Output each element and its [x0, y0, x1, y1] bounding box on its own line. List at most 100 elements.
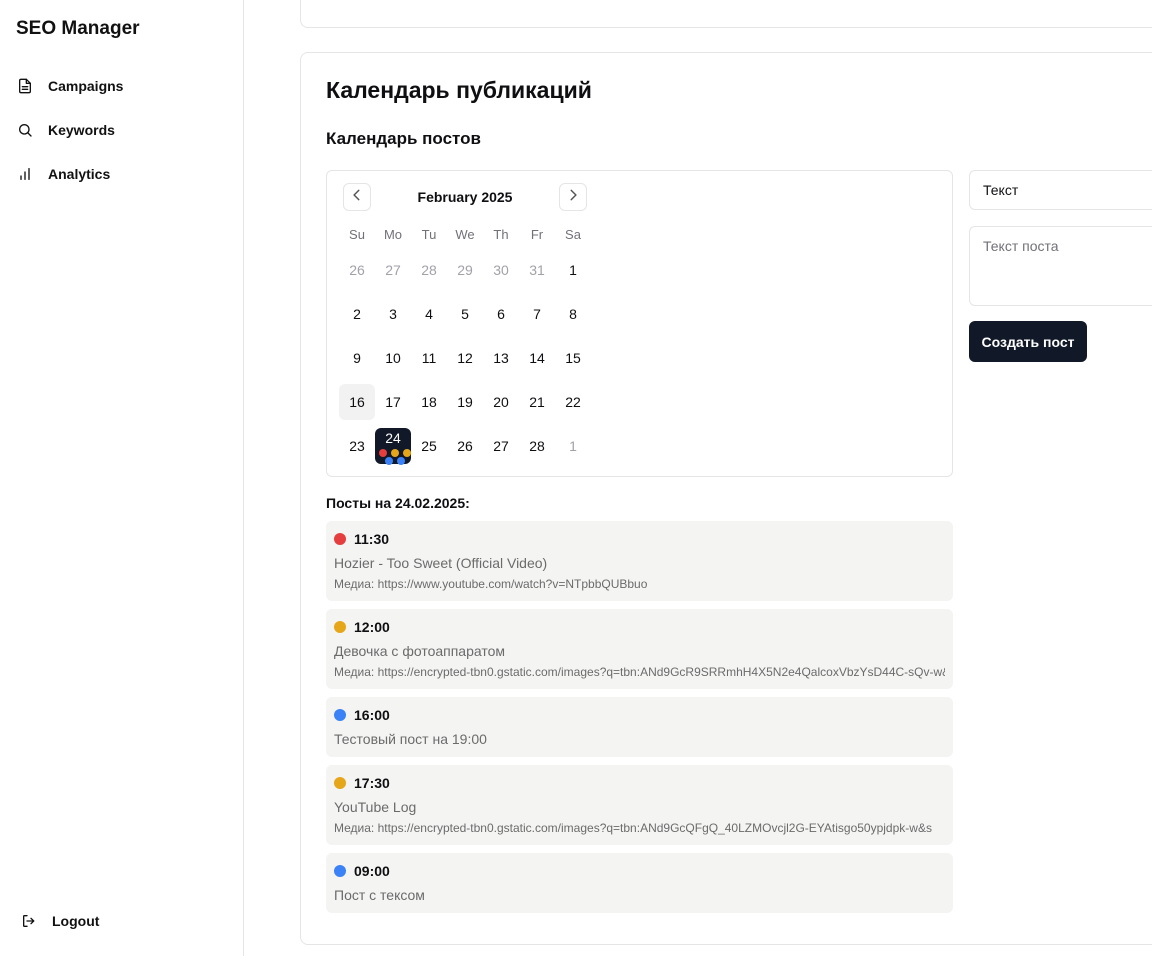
- calendar-day[interactable]: 27: [483, 428, 519, 464]
- calendar-day[interactable]: 23: [339, 428, 375, 464]
- weekday-label: Mo: [383, 227, 403, 242]
- calendar-day[interactable]: 1: [555, 252, 591, 288]
- calendar-day[interactable]: 1: [555, 428, 591, 464]
- calendar-day[interactable]: 17: [375, 384, 411, 420]
- logout-button[interactable]: Logout: [20, 908, 99, 934]
- weekday-label: Su: [349, 227, 365, 242]
- post-text-textarea[interactable]: Текст поста: [969, 226, 1152, 306]
- calendar-day[interactable]: 13: [483, 340, 519, 376]
- calendar-day-number: 7: [533, 306, 541, 322]
- calendar-day[interactable]: 25: [411, 428, 447, 464]
- post-item[interactable]: 17:30 YouTube Log Медиа: https://encrypted…: [326, 765, 953, 845]
- sidebar-item-label: Analytics: [48, 166, 111, 182]
- posts-heading: Посты на 24.02.2025:: [326, 495, 470, 511]
- calendar-day[interactable]: 12: [447, 340, 483, 376]
- weekday-header: Su Mo Tu We Th Fr Sa: [339, 227, 591, 242]
- calendar-day[interactable]: 10: [375, 340, 411, 376]
- calendar-day-number: 10: [385, 350, 401, 366]
- chevron-left-icon: [350, 188, 364, 207]
- calendar-day[interactable]: 11: [411, 340, 447, 376]
- calendar-day-number: 11: [421, 350, 437, 366]
- sidebar-item-label: Keywords: [48, 122, 115, 138]
- post-text: YouTube Log: [334, 799, 417, 815]
- post-indicator-dot: [397, 457, 405, 465]
- calendar-day-number: 15: [565, 350, 581, 366]
- create-post-button[interactable]: Создать пост: [969, 321, 1087, 362]
- calendar-day-number: 26: [457, 438, 473, 454]
- post-time: 17:30: [354, 775, 390, 791]
- calendar: February 2025 Su Mo Tu We Th Fr Sa 26 27 28 29 30 3…: [326, 170, 953, 477]
- calendar-day-number: 18: [421, 394, 437, 410]
- calendar-day[interactable]: 29: [447, 252, 483, 288]
- calendar-day-number: 19: [457, 394, 473, 410]
- calendar-day[interactable]: 26: [447, 428, 483, 464]
- calendar-day[interactable]: 28: [519, 428, 555, 464]
- calendar-day[interactable]: 18: [411, 384, 447, 420]
- calendar-day[interactable]: 6: [483, 296, 519, 332]
- calendar-day[interactable]: 27: [375, 252, 411, 288]
- sidebar-item-label: Campaigns: [48, 78, 124, 94]
- calendar-day-number: 20: [493, 394, 509, 410]
- calendar-day-number: 6: [497, 306, 505, 322]
- next-month-button[interactable]: [559, 183, 587, 211]
- calendar-day[interactable]: 3: [375, 296, 411, 332]
- calendar-day[interactable]: 4: [411, 296, 447, 332]
- calendar-day[interactable]: 2: [339, 296, 375, 332]
- calendar-day[interactable]: 26: [339, 252, 375, 288]
- sidebar-item-campaigns[interactable]: Campaigns: [16, 72, 228, 100]
- calendar-day-number: 27: [385, 262, 401, 278]
- calendar-day-number: 16: [349, 394, 365, 410]
- post-header: 12:00: [334, 617, 945, 637]
- calendar-day-number: 23: [349, 438, 365, 454]
- calendar-day[interactable]: 30: [483, 252, 519, 288]
- calendar-day[interactable]: 28: [411, 252, 447, 288]
- post-header: 09:00: [334, 861, 945, 881]
- post-color-dot: [334, 709, 346, 721]
- post-text: Hozier - Too Sweet (Official Video): [334, 555, 548, 571]
- post-time: 16:00: [354, 707, 390, 723]
- calendar-day-number: 26: [349, 262, 365, 278]
- calendar-day[interactable]: 9: [339, 340, 375, 376]
- calendar-day[interactable]: 5: [447, 296, 483, 332]
- calendar-day[interactable]: 19: [447, 384, 483, 420]
- calendar-day[interactable]: 7: [519, 296, 555, 332]
- calendar-day[interactable]: 8: [555, 296, 591, 332]
- calendar-day[interactable]: 15: [555, 340, 591, 376]
- post-item[interactable]: 09:00 Пост с тексом: [326, 853, 953, 913]
- post-media-link[interactable]: Медиа: https://encrypted-tbn0.gstatic.co…: [334, 820, 945, 837]
- post-item[interactable]: 11:30 Hozier - Too Sweet (Official Video)…: [326, 521, 953, 601]
- post-color-dot: [334, 777, 346, 789]
- post-item[interactable]: 16:00 Тестовый пост на 19:00: [326, 697, 953, 757]
- calendar-month-label: February 2025: [417, 189, 513, 205]
- sidebar-item-analytics[interactable]: Analytics: [16, 160, 228, 188]
- calendar-day-number: 22: [565, 394, 581, 410]
- calendar-day[interactable]: 31: [519, 252, 555, 288]
- calendar-day-number: 31: [529, 262, 545, 278]
- calendar-day[interactable]: 14: [519, 340, 555, 376]
- post-media-link[interactable]: Медиа: https://www.youtube.com/watch?v=N…: [334, 576, 945, 593]
- post-time: 11:30: [354, 531, 390, 547]
- sidebar-item-keywords[interactable]: Keywords: [16, 116, 228, 144]
- post-title-input[interactable]: Текст: [969, 170, 1152, 210]
- calendar-day-number: 30: [493, 262, 509, 278]
- publication-calendar-card: Календарь публикаций Календарь постов Fe…: [300, 52, 1152, 945]
- calendar-day-number: 3: [389, 306, 397, 322]
- calendar-day-grid: 26 27 28 29 30 31 1 2 3 4 5 6 7 8 9 10 11 12 13 14 15 16 17 18 1…: [339, 252, 591, 472]
- post-text: Тестовый пост на 19:00: [334, 731, 487, 747]
- calendar-day[interactable]: 21: [519, 384, 555, 420]
- weekday-label: Th: [493, 227, 509, 242]
- section-title: Календарь постов: [326, 129, 481, 148]
- calendar-day[interactable]: 20: [483, 384, 519, 420]
- prev-month-button[interactable]: [343, 183, 371, 211]
- post-indicator-dot: [403, 449, 411, 457]
- calendar-day[interactable]: 22: [555, 384, 591, 420]
- calendar-day-selected[interactable]: 24: [375, 428, 411, 465]
- weekday-label: We: [455, 227, 475, 242]
- calendar-day-today[interactable]: 16: [339, 384, 375, 420]
- post-media-link[interactable]: Медиа: https://encrypted-tbn0.gstatic.co…: [334, 664, 945, 681]
- post-item[interactable]: 12:00 Девочка с фотоаппаратом Медиа: https…: [326, 609, 953, 689]
- calendar-day-number: 8: [569, 306, 577, 322]
- post-indicator-dots: [375, 449, 411, 465]
- sidebar-nav: Campaigns Keywords Analytics: [16, 72, 228, 204]
- post-indicator-dot: [379, 449, 387, 457]
